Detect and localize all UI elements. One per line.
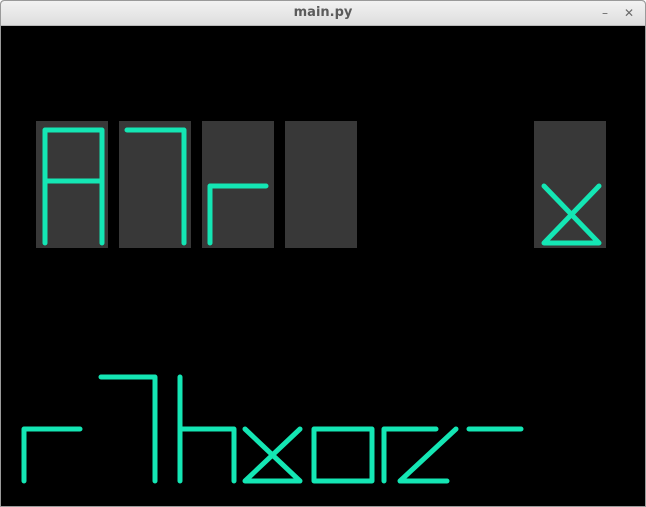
app-window: main.py – ✕	[0, 0, 646, 507]
window-title: main.py	[293, 5, 353, 20]
glyph-bottom-1	[21, 426, 83, 484]
glyph-display	[21, 121, 606, 484]
glyph-bottom-3	[177, 374, 237, 484]
title-bar[interactable]: main.py – ✕	[1, 1, 645, 26]
close-button[interactable]: ✕	[621, 5, 637, 21]
glyph-bottom-7	[397, 426, 459, 484]
glyph-bottom-5	[311, 426, 375, 484]
glyph-slot-4	[285, 121, 357, 248]
game-canvas[interactable]	[4, 26, 644, 506]
glyph-bottom-4	[242, 426, 303, 484]
glyph-bottom-2	[98, 374, 158, 484]
glyph-slot-2	[119, 121, 191, 248]
minimize-button[interactable]: –	[597, 5, 613, 21]
